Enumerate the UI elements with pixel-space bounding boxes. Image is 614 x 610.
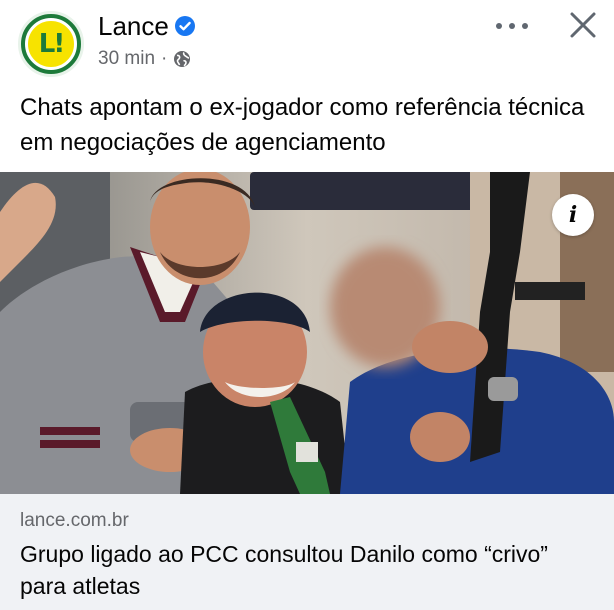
avatar-logo: L! <box>25 18 77 70</box>
link-title[interactable]: Grupo ligado ao PCC consultou Danilo com… <box>20 538 600 602</box>
photo-illustration <box>0 172 614 494</box>
link-domain: lance.com.br <box>20 510 129 531</box>
post-meta: 30 min · <box>98 48 191 70</box>
post-timestamp[interactable]: 30 min <box>98 48 155 70</box>
more-horizontal-icon[interactable] <box>492 16 532 36</box>
page-name-row: Lance <box>98 11 195 41</box>
page-avatar[interactable]: L! <box>18 11 84 77</box>
post-header: L! Lance 30 min · <box>0 0 614 82</box>
meta-separator: · <box>161 48 168 69</box>
post-caption: Chats apontam o ex-jogador como referênc… <box>20 94 585 156</box>
post-photo[interactable] <box>0 172 614 494</box>
verified-badge-icon <box>174 16 195 36</box>
page-name[interactable]: Lance <box>98 11 169 41</box>
close-icon[interactable] <box>566 8 600 42</box>
link-preview[interactable]: lance.com.br Grupo ligado ao PCC consult… <box>0 494 614 610</box>
globe-icon <box>173 50 191 68</box>
avatar-logo-text: L! <box>38 29 65 59</box>
info-icon[interactable]: i <box>552 194 594 236</box>
